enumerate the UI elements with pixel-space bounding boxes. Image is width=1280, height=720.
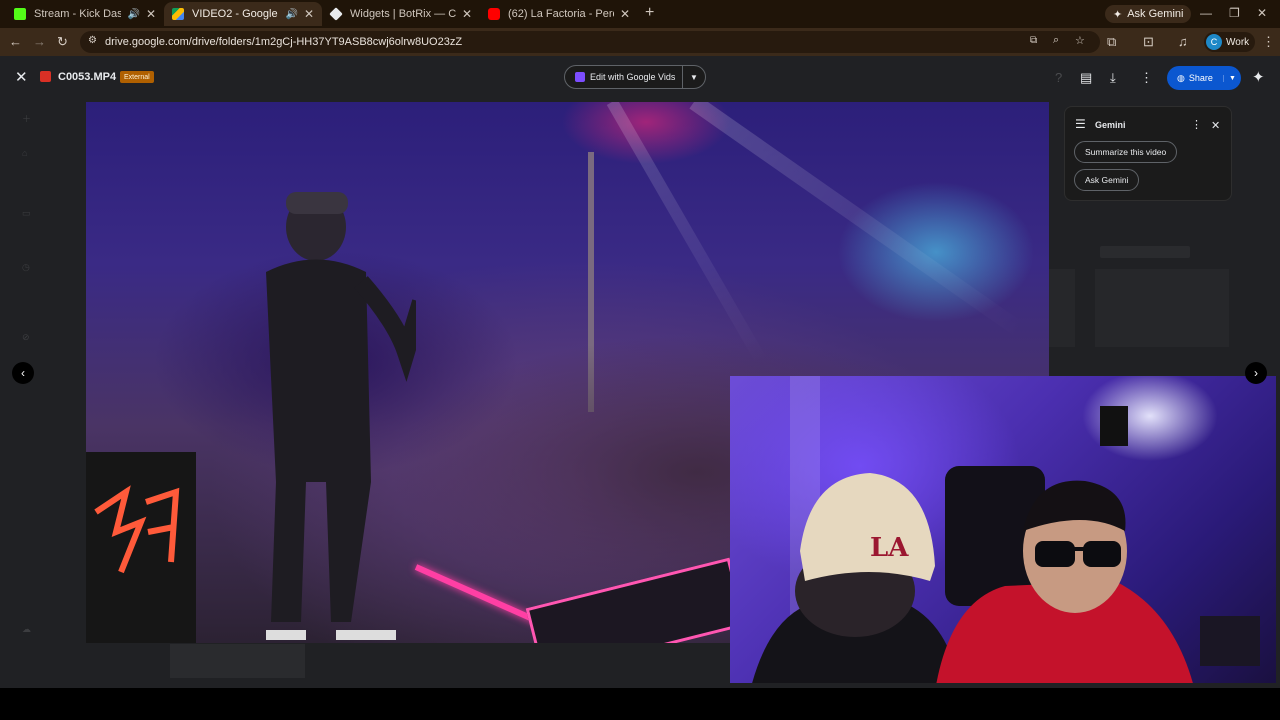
more-vert-icon[interactable]: ⋮ xyxy=(1140,70,1153,86)
tab-title: Stream - Kick Dashboard xyxy=(34,8,122,20)
faint-file-thumbnail xyxy=(1095,269,1229,347)
reload-icon[interactable]: ↻ xyxy=(57,34,68,50)
media-controls-icon[interactable]: ♫ xyxy=(1178,34,1188,49)
tab-youtube-la-factoria[interactable]: (62) La Factoria - Perdoname ft ✕ xyxy=(480,2,638,26)
file-name: C0053.MP4 xyxy=(58,71,117,83)
zoom-icon[interactable]: ⌕ xyxy=(1053,34,1059,47)
faint-sidebar-icon: ▭ xyxy=(22,208,31,218)
ask-gemini-chip[interactable]: Ask Gemini xyxy=(1074,169,1140,191)
extensions-icon[interactable]: ⧉ xyxy=(1107,34,1116,50)
edit-with-google-vids-button[interactable]: Edit with Google Vids ▼ xyxy=(564,65,706,89)
restore-icon[interactable]: ❐ xyxy=(1229,6,1240,20)
faint-file-card-header xyxy=(1100,246,1190,258)
close-tab-icon[interactable]: ✕ xyxy=(304,7,314,21)
gemini-spark-icon: ✦ xyxy=(1113,8,1123,21)
caret-down-icon[interactable]: ▼ xyxy=(683,73,705,82)
profile-button[interactable]: C Work xyxy=(1204,32,1256,52)
site-info-icon[interactable]: ⚙ xyxy=(88,35,97,46)
gemini-panel-title: Gemini xyxy=(1095,120,1126,130)
faint-help-icon: ? xyxy=(1055,70,1063,85)
tab-search-icon[interactable]: ⊡ xyxy=(1143,34,1154,50)
close-tab-icon[interactable]: ✕ xyxy=(462,7,472,21)
share-button-label: Share xyxy=(1188,73,1213,83)
tab-title: Widgets | BotRix — Cloud Strea xyxy=(350,8,456,20)
tab-title: (62) La Factoria - Perdoname ft xyxy=(508,8,614,20)
chip-label: Summarize this video xyxy=(1085,147,1167,157)
tab-google-drive[interactable]: VIDEO2 - Google Drive 🔊 ✕ xyxy=(164,2,322,26)
chevron-left-icon[interactable]: ‹ xyxy=(12,362,34,384)
ask-gemini-label: Ask Gemini xyxy=(1127,8,1184,20)
edit-button-label: Edit with Google Vids xyxy=(590,72,676,82)
tab-botrix-widgets[interactable]: Widgets | BotRix — Cloud Strea ✕ xyxy=(322,2,480,26)
svg-text:LA: LA xyxy=(870,533,909,563)
add-comment-icon[interactable]: ▤ xyxy=(1080,70,1092,86)
viewer-header: ✕ C0053.MP4 External Edit with Google Vi… xyxy=(0,56,1280,100)
caret-down-icon[interactable]: ▼ xyxy=(1223,74,1241,82)
faint-file-thumbnail xyxy=(170,644,305,678)
bookmark-star-icon[interactable]: ☆ xyxy=(1075,34,1085,47)
ask-gemini-button[interactable]: ✦ Ask Gemini xyxy=(1105,5,1192,23)
external-badge: External xyxy=(120,71,154,83)
tab-strip: Stream - Kick Dashboard 🔊 ✕ VIDEO2 - Goo… xyxy=(0,0,1280,28)
close-tab-icon[interactable]: ✕ xyxy=(620,7,630,21)
speaker-icon[interactable]: 🔊 xyxy=(127,9,139,20)
url-text: drive.google.com/drive/folders/1m2gCj-HH… xyxy=(105,36,463,48)
avatar: C xyxy=(1206,34,1222,50)
minimize-icon[interactable]: — xyxy=(1200,6,1212,20)
bottom-bar xyxy=(0,688,1280,720)
close-window-icon[interactable]: ✕ xyxy=(1257,6,1267,20)
webcam-overlay: LA xyxy=(730,376,1276,683)
tab-kick-dashboard[interactable]: Stream - Kick Dashboard 🔊 ✕ xyxy=(6,2,164,26)
back-icon[interactable]: ← xyxy=(9,34,22,49)
desk-equipment xyxy=(1200,616,1260,666)
browser-menu-icon[interactable]: ⋮ xyxy=(1262,34,1275,50)
faint-sidebar-icon: ⊘ xyxy=(22,332,30,342)
new-tab-icon[interactable]: + xyxy=(645,4,654,22)
download-icon[interactable]: ⤓ xyxy=(1110,70,1116,86)
close-icon[interactable]: ✕ xyxy=(15,68,28,86)
install-app-icon[interactable]: ⧉ xyxy=(1030,35,1037,46)
tab-title: VIDEO2 - Google Drive xyxy=(192,8,279,20)
profile-label: Work xyxy=(1226,36,1250,48)
badge-label: External xyxy=(124,73,150,81)
forward-icon[interactable]: → xyxy=(33,34,46,49)
speaker-icon[interactable]: 🔊 xyxy=(285,9,297,20)
person-with-sunglasses xyxy=(936,480,1193,683)
drive-favicon-icon xyxy=(172,8,184,20)
gemini-spark-icon[interactable]: ✦ xyxy=(1252,68,1265,86)
faint-sidebar-icon: ⌂ xyxy=(22,148,28,158)
address-bar[interactable]: ⚙ drive.google.com/drive/folders/1m2gCj-… xyxy=(80,31,1100,53)
gemini-panel: ☰ Gemini ⋮ ✕ Summarize this video Ask Ge… xyxy=(1064,106,1232,201)
browser-toolbar: ← → ↻ ⚙ drive.google.com/drive/folders/1… xyxy=(0,28,1280,56)
faint-new-icon: ＋ xyxy=(22,114,32,124)
close-tab-icon[interactable]: ✕ xyxy=(146,7,156,21)
studio-light xyxy=(1100,406,1128,446)
share-button[interactable]: ◍ Share ▼ xyxy=(1167,66,1241,90)
faint-storage-icon: ☁ xyxy=(22,624,31,634)
chevron-right-icon[interactable]: › xyxy=(1245,362,1267,384)
performer xyxy=(266,192,416,640)
summarize-video-chip[interactable]: Summarize this video xyxy=(1074,141,1178,163)
close-icon[interactable]: ✕ xyxy=(1211,119,1220,132)
globe-icon: ◍ xyxy=(1177,72,1185,83)
chip-label: Ask Gemini xyxy=(1085,175,1129,185)
youtube-favicon-icon xyxy=(488,8,500,20)
botrix-favicon-icon xyxy=(329,7,343,21)
google-vids-icon xyxy=(575,72,585,82)
gemini-list-icon: ☰ xyxy=(1075,117,1086,131)
video-file-icon xyxy=(40,71,51,82)
stage-banner xyxy=(86,452,196,643)
more-vert-icon[interactable]: ⋮ xyxy=(1191,118,1202,131)
faint-sidebar-icon: ◷ xyxy=(22,262,30,272)
kick-favicon-icon xyxy=(14,8,26,20)
